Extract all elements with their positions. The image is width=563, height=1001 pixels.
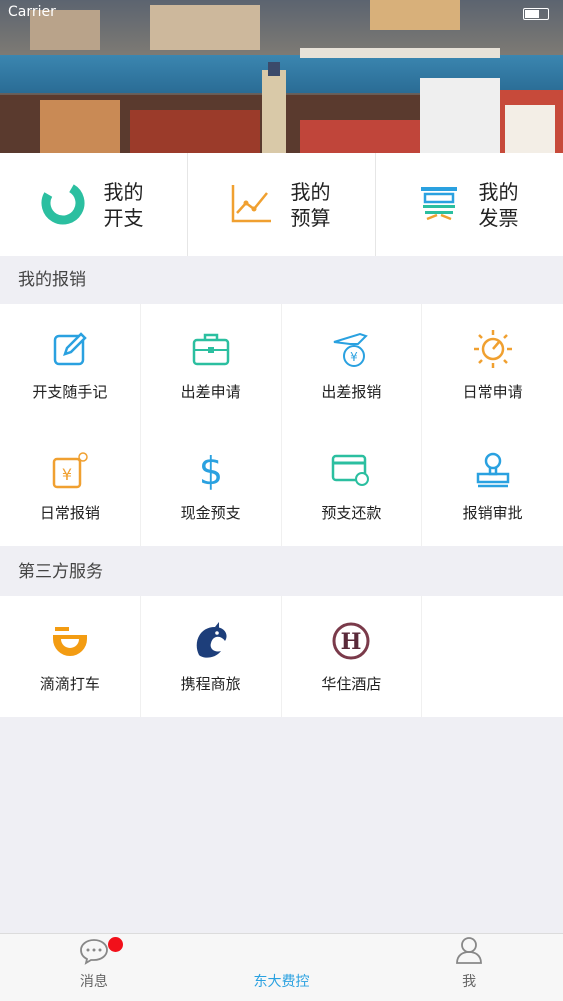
svg-text:$: $ bbox=[199, 449, 223, 491]
yen-sun-icon: ¥ bbox=[48, 448, 92, 492]
grid-item-advance-repay[interactable]: 预支还款 bbox=[282, 425, 423, 546]
grid-item-ctrip[interactable]: 携程商旅 bbox=[141, 596, 282, 717]
briefcase-icon bbox=[189, 327, 233, 371]
grid-item-daily-reimburse[interactable]: ¥ 日常报销 bbox=[0, 425, 141, 546]
card-line2: 预算 bbox=[290, 205, 331, 230]
card-my-expense[interactable]: 我的 开支 bbox=[0, 153, 188, 256]
grid-item-label: 出差报销 bbox=[321, 383, 382, 401]
grid-item-empty bbox=[422, 596, 563, 717]
person-icon bbox=[455, 935, 483, 969]
didi-icon bbox=[48, 619, 92, 663]
grid-item-daily-request[interactable]: 日常申请 bbox=[422, 304, 563, 425]
sun-gauge-icon bbox=[471, 327, 515, 371]
card-line2: 发票 bbox=[478, 205, 519, 230]
grid-item-label: 报销审批 bbox=[462, 504, 523, 522]
grid-item-label: 出差申请 bbox=[180, 383, 241, 401]
huazhu-icon: H bbox=[329, 619, 373, 663]
pie-chart-icon bbox=[40, 180, 86, 230]
svg-text:¥: ¥ bbox=[351, 350, 359, 364]
card-my-invoice[interactable]: 我的 发票 bbox=[376, 153, 563, 256]
card-line1: 我的 bbox=[478, 179, 519, 204]
grid-item-huazhu[interactable]: H 华住酒店 bbox=[282, 596, 423, 717]
banner-image: Carrier bbox=[0, 0, 563, 153]
reimburse-grid: 开支随手记 出差申请 ¥ 出差报销 日常申请 ¥ 日常报销 $ 现金预支 预支还… bbox=[0, 304, 563, 546]
section-title-reimburse: 我的报销 bbox=[18, 270, 86, 290]
svg-text:¥: ¥ bbox=[62, 465, 72, 484]
grid-item-label: 日常申请 bbox=[462, 383, 523, 401]
summary-cards: 我的 开支 我的 预算 我的 发票 bbox=[0, 153, 563, 256]
tab-label: 消息 bbox=[79, 974, 108, 990]
status-carrier: Carrier bbox=[8, 4, 56, 20]
third-party-grid: 滴滴打车 携程商旅 H 华住酒店 bbox=[0, 596, 563, 717]
ctrip-dolphin-icon bbox=[189, 619, 233, 663]
plane-yen-icon: ¥ bbox=[329, 327, 373, 371]
grid-item-label: 日常报销 bbox=[39, 504, 100, 522]
grid-item-label: 携程商旅 bbox=[180, 675, 241, 693]
tab-label: 我 bbox=[462, 974, 477, 990]
dollar-icon: $ bbox=[189, 448, 233, 492]
grid-item-label: 现金预支 bbox=[180, 504, 241, 522]
tab-me[interactable]: 我 bbox=[375, 934, 563, 1001]
edit-icon bbox=[48, 327, 92, 371]
tab-home[interactable]: 东大费控 bbox=[188, 934, 376, 1001]
card-my-budget[interactable]: 我的 预算 bbox=[188, 153, 376, 256]
notification-badge bbox=[108, 937, 123, 952]
line-chart-icon bbox=[229, 181, 273, 229]
grid-item-expense-note[interactable]: 开支随手记 bbox=[0, 304, 141, 425]
grid-item-label: 滴滴打车 bbox=[39, 675, 100, 693]
grid-item-label: 预支还款 bbox=[321, 504, 382, 522]
grid-item-cash-advance[interactable]: $ 现金预支 bbox=[141, 425, 282, 546]
section-title-third-party: 第三方服务 bbox=[18, 562, 103, 582]
chat-bubble-icon bbox=[79, 937, 109, 969]
card-line2: 开支 bbox=[103, 205, 144, 230]
invoice-icon bbox=[417, 181, 461, 229]
tab-messages[interactable]: 消息 bbox=[0, 934, 188, 1001]
grid-item-approval[interactable]: 报销审批 bbox=[422, 425, 563, 546]
hotel-logo-letter: H bbox=[341, 629, 362, 655]
grid-item-trip-request[interactable]: 出差申请 bbox=[141, 304, 282, 425]
battery-icon bbox=[523, 8, 549, 20]
tab-label: 东大费控 bbox=[253, 974, 310, 990]
grid-item-label: 开支随手记 bbox=[32, 383, 108, 401]
card-line1: 我的 bbox=[290, 179, 331, 204]
stamp-icon bbox=[471, 448, 515, 492]
grid-item-didi[interactable]: 滴滴打车 bbox=[0, 596, 141, 717]
bottom-tab-bar: 消息 东大费控 我 bbox=[0, 933, 563, 1001]
card-icon bbox=[329, 448, 373, 492]
card-line1: 我的 bbox=[103, 179, 144, 204]
grid-item-label: 华住酒店 bbox=[321, 675, 382, 693]
grid-item-trip-reimburse[interactable]: ¥ 出差报销 bbox=[282, 304, 423, 425]
